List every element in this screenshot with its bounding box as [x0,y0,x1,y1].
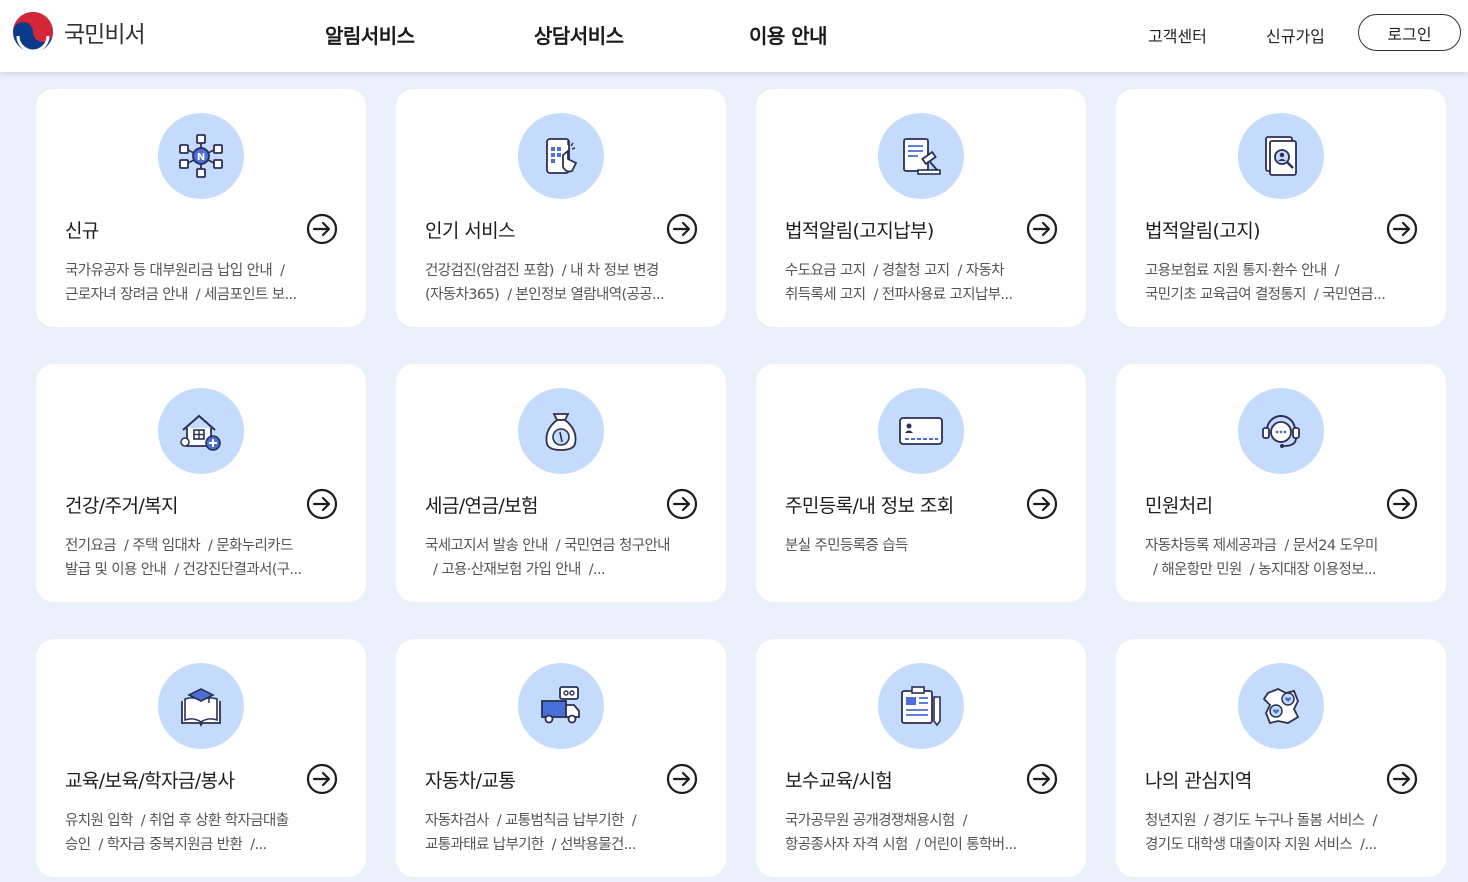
graduation-book-icon [181,688,221,728]
card-icon-circle [878,663,964,749]
card-icon-circle [1238,388,1324,474]
card-title: 보수교육/시험 [785,770,893,792]
card-title: 법적알림(고지) [1145,220,1261,242]
card-icon-circle [158,388,244,474]
card-icon-circle [878,388,964,474]
card-description: 자동차검사 / 교통범칙금 납부기한 / 교통과태료 납부기한 / 선박용물건.… [425,813,637,853]
card-popular-services[interactable]: 인기 서비스 건강검진(암검진 포함) / 내 차 정보 변경 (자동차365)… [396,89,726,327]
arrow-right-circle-icon[interactable] [666,488,698,520]
nav-notification-service[interactable]: 알림서비스 [325,20,415,49]
truck-icon [541,686,580,724]
card-title: 주민등록/내 정보 조회 [785,495,954,517]
arrow-right-circle-icon[interactable] [1026,213,1058,245]
headset-icon [1262,415,1300,448]
card-description: 전기요금 / 주택 임대차 / 문화누리카드 발급 및 이용 안내 / 건강진단… [65,538,302,578]
card-title: 자동차/교통 [425,770,516,792]
card-title: 신규 [65,220,99,242]
card-description: 국가유공자 등 대부원리금 납입 안내 / 근로자녀 장려금 안내 / 세금포인… [65,263,297,303]
card-description: 유치원 입학 / 취업 후 상환 학자금대출 승인 / 학자금 중복지원금 반환… [65,813,289,853]
taegeuk-logo-icon [13,12,53,53]
card-icon-circle [518,388,604,474]
card-civil-petition[interactable]: 민원처리 자동차등록 제세공과금 / 문서24 도우미 / 해운항만 민원 / … [1116,364,1446,602]
document-search-icon [1265,136,1297,176]
card-resident-registration[interactable]: 주민등록/내 정보 조회 분실 주민등록증 습득 [756,364,1086,602]
card-title: 나의 관심지역 [1145,770,1252,792]
newspaper-pencil-icon [901,686,941,727]
customer-center-link[interactable]: 고객센터 [1148,23,1207,47]
card-description: 고용보험료 지원 통지·환수 안내 / 국민기초 교육급여 결정통지 / 국민연… [1145,263,1386,303]
gavel-document-icon [903,138,941,175]
house-plus-icon [180,414,221,451]
card-icon-circle: N [158,113,244,199]
card-title: 인기 서비스 [425,220,515,242]
card-description: 분실 주민등록증 습득 [785,538,908,554]
arrow-right-circle-icon[interactable] [1386,763,1418,795]
card-legal-notice-payment[interactable]: 법적알림(고지납부) 수도요금 고지 / 경찰청 고지 / 자동차 취득록세 고… [756,89,1086,327]
card-icon-circle [1238,663,1324,749]
card-my-area[interactable]: 나의 관심지역 청년지원 / 경기도 누구나 돌봄 서비스 / 경기도 대학생 … [1116,639,1446,877]
card-tax-pension-insurance[interactable]: 세금/연금/보험 국세고지서 발송 안내 / 국민연금 청구안내 / 고용·산재… [396,364,726,602]
network-icon: N [179,134,223,178]
arrow-right-circle-icon[interactable] [1386,213,1418,245]
card-icon-circle [518,663,604,749]
card-icon-circle [158,663,244,749]
card-car-traffic[interactable]: 자동차/교통 자동차검사 / 교통범칙금 납부기한 / 교통과태료 납부기한 /… [396,639,726,877]
phone-touch-icon [546,138,578,174]
card-title: 법적알림(고지납부) [785,220,934,242]
nav-usage-guide[interactable]: 이용 안내 [749,20,828,49]
card-title: 민원처리 [1145,495,1213,517]
card-description: 국세고지서 발송 안내 / 국민연금 청구안내 / 고용·산재보험 가입 안내 … [425,538,671,578]
card-description: 건강검진(암검진 포함) / 내 차 정보 변경 (자동차365) / 본인정보… [425,263,665,303]
card-title: 교육/보육/학자금/봉사 [65,770,235,792]
arrow-right-circle-icon[interactable] [306,213,338,245]
logo-text: 국민비서 [64,22,146,48]
card-training-exam[interactable]: 보수교육/시험 국가공무원 공개경쟁채용시험 / 항공종사자 자격 시험 / 어… [756,639,1086,877]
logo[interactable]: 국민비서 [12,11,146,53]
signup-link[interactable]: 신규가입 [1266,23,1325,47]
arrow-right-circle-icon[interactable] [1026,488,1058,520]
arrow-right-circle-icon[interactable] [306,488,338,520]
card-title: 세금/연금/보험 [425,495,538,517]
arrow-right-circle-icon[interactable] [1026,763,1058,795]
card-description: 청년지원 / 경기도 누구나 돌봄 서비스 / 경기도 대학생 대출이자 지원 … [1145,813,1377,853]
card-description: 자동차등록 제세공과금 / 문서24 도우미 / 해운항만 민원 / 농지대장 … [1145,538,1378,578]
card-legal-notice[interactable]: 법적알림(고지) 고용보험료 지원 통지·환수 안내 / 국민기초 교육급여 결… [1116,89,1446,327]
id-card-icon [899,417,943,445]
card-icon-circle [518,113,604,199]
card-description: 국가공무원 공개경쟁채용시험 / 항공종사자 자격 시험 / 어린이 통학버..… [785,813,1017,853]
card-icon-circle [1238,113,1324,199]
card-health-housing-welfare[interactable]: 건강/주거/복지 전기요금 / 주택 임대차 / 문화누리카드 발급 및 이용 … [36,364,366,602]
svg-text:N: N [197,152,205,163]
arrow-right-circle-icon[interactable] [306,763,338,795]
card-new[interactable]: N 신규 국가유공자 등 대부원리금 납입 안내 / 근로자녀 장려금 안내 /… [36,89,366,327]
card-title: 건강/주거/복지 [65,495,178,517]
card-icon-circle [878,113,964,199]
map-heart-icon [1262,688,1300,725]
login-button[interactable]: 로그인 [1358,14,1461,51]
arrow-right-circle-icon[interactable] [666,763,698,795]
card-education[interactable]: 교육/보육/학자금/봉사 유치원 입학 / 취업 후 상환 학자금대출 승인 /… [36,639,366,877]
money-bag-icon [545,413,577,451]
arrow-right-circle-icon[interactable] [666,213,698,245]
card-description: 수도요금 고지 / 경찰청 고지 / 자동차 취득록세 고지 / 전파사용료 고… [785,263,1013,303]
arrow-right-circle-icon[interactable] [1386,488,1418,520]
top-header: 국민비서 알림서비스 상담서비스 이용 안내 고객센터 신규가입 로그인 [0,0,1468,72]
nav-consulting-service[interactable]: 상담서비스 [534,20,624,49]
